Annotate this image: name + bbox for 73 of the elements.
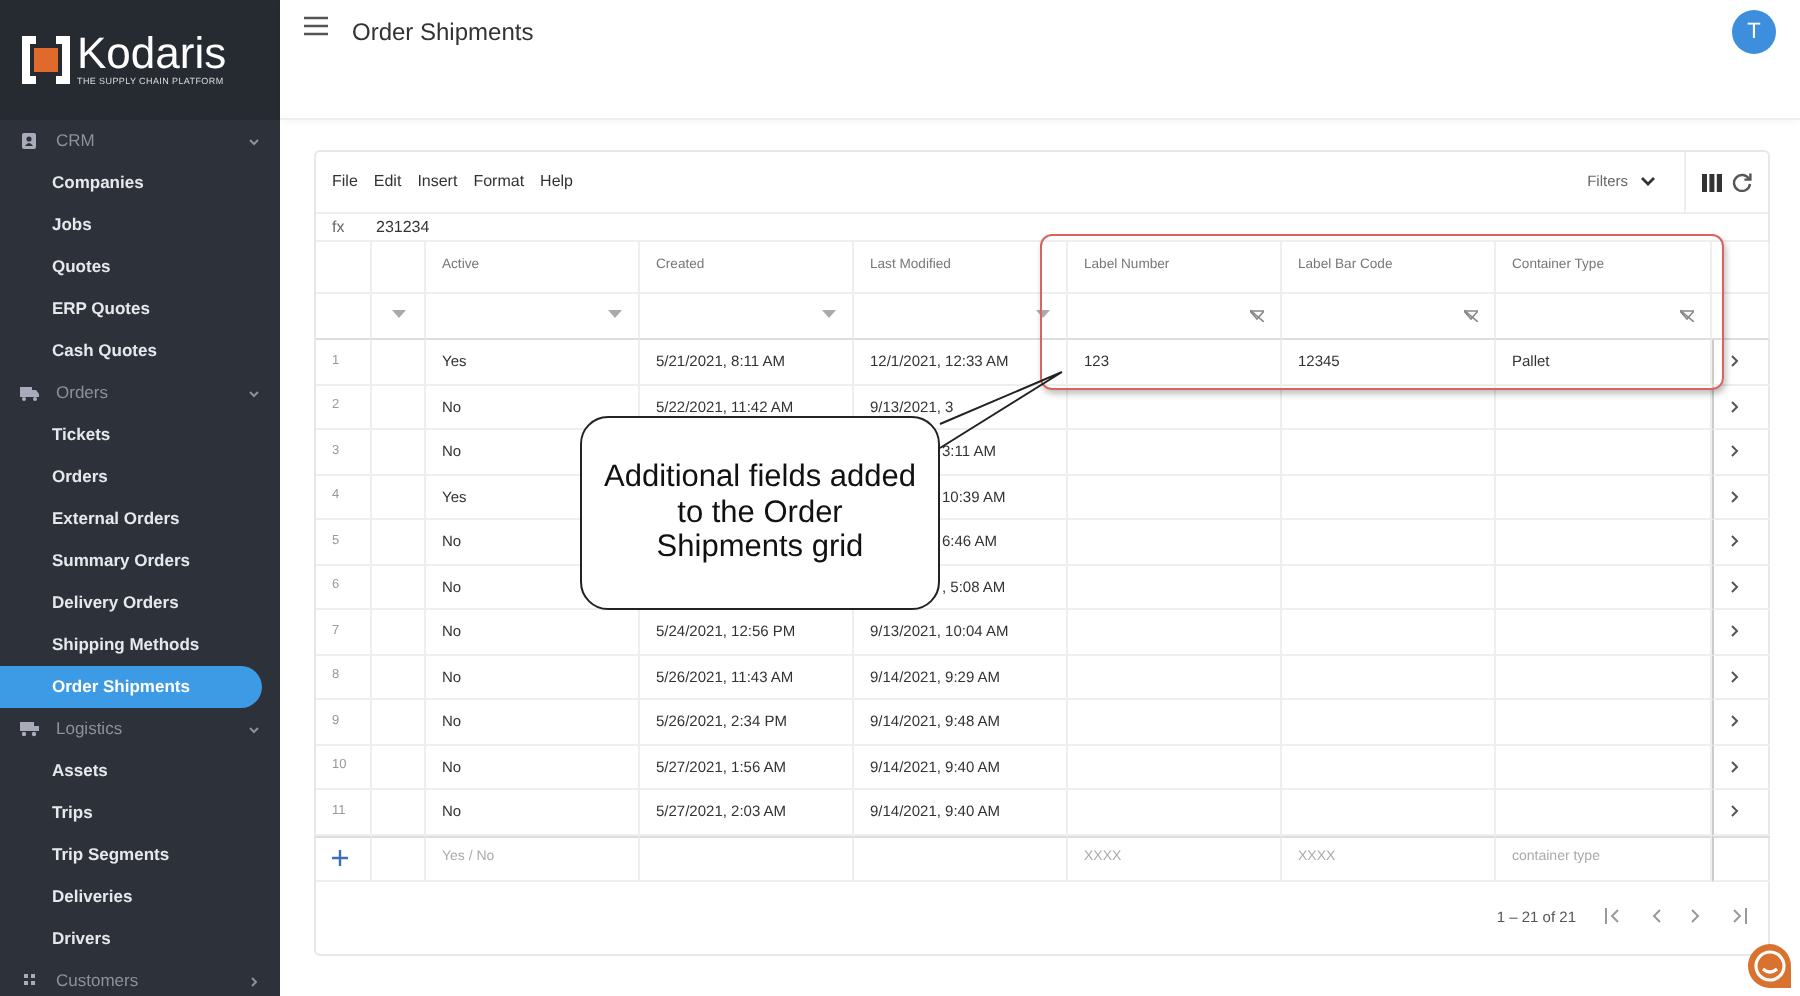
sidebar-section[interactable]: Orders [0,372,280,414]
menu-icon[interactable] [304,16,328,36]
grid-icon [20,972,40,990]
sidebar-item[interactable]: Trips [0,792,262,834]
refresh-icon[interactable] [1732,172,1752,192]
last-page-icon[interactable] [1730,908,1748,925]
van-icon [20,720,40,738]
chevron-right-icon[interactable] [248,975,260,987]
sidebar-item[interactable]: Cash Quotes [0,330,262,372]
sidebar-section[interactable]: Customers [0,960,280,996]
row-open-icon[interactable] [1730,804,1740,819]
sidebar-item[interactable]: Quotes [0,246,262,288]
contact-card-icon [20,132,40,150]
filter-cell[interactable] [426,294,640,340]
row-open-icon[interactable] [1730,579,1740,594]
menu-item[interactable]: Insert [417,170,458,194]
row-open-icon[interactable] [1730,489,1740,504]
chevron-down-icon[interactable] [1640,176,1656,188]
filter-cell[interactable] [854,294,1068,340]
callout-note: Additional fields added to the Order Shipments grid [580,416,940,610]
formula-label: fx [330,215,347,239]
sidebar-section[interactable]: CRM [0,120,280,162]
menu-item[interactable]: Edit [373,170,402,194]
menu-item[interactable]: File [332,170,358,194]
sidebar-item[interactable]: Summary Orders [0,540,262,582]
filter-off-icon[interactable] [1250,310,1264,322]
next-page-icon[interactable] [1690,908,1702,925]
filter-cell[interactable] [372,294,426,340]
filter-icon[interactable] [822,310,836,322]
sidebar-item[interactable]: Orders [0,456,262,498]
add-row-icon[interactable] [332,850,348,866]
sidebar-item[interactable]: External Orders [0,498,262,540]
sidebar-item[interactable]: Drivers [0,918,262,960]
sidebar-item[interactable]: Trip Segments [0,834,262,876]
filter-icon[interactable] [1036,310,1050,322]
filter-icon[interactable] [391,310,405,322]
row-open-icon[interactable] [1730,444,1740,459]
row-open-icon[interactable] [1730,399,1740,414]
sidebar-section[interactable]: Logistics [0,708,280,750]
filter-cell[interactable] [1068,294,1282,340]
table-cell [372,340,426,385]
sidebar-item[interactable]: Companies [0,162,262,204]
filter-off-icon[interactable] [1464,310,1478,322]
row-open-icon[interactable] [1730,534,1740,549]
chat-icon[interactable] [1746,942,1794,990]
filter-cell[interactable] [1496,294,1712,340]
logo-icon [20,34,72,86]
menu-item[interactable]: Format [473,170,525,194]
row-open-icon[interactable] [1730,714,1740,729]
sidebar-item[interactable]: Jobs [0,204,262,246]
row-open-icon[interactable] [1730,759,1740,774]
columns-icon[interactable] [1702,173,1722,191]
sidebar-item[interactable]: Shipping Methods [0,624,262,666]
previous-page-icon[interactable] [1650,908,1662,925]
filter-icon[interactable] [608,310,622,322]
row-open-icon[interactable] [1730,624,1740,639]
formula-field[interactable]: 231234 [372,215,430,239]
filter-cell[interactable] [640,294,854,340]
sidebar-item[interactable]: ERP Quotes [0,288,262,330]
row-open-icon[interactable] [1730,354,1740,369]
first-page-icon[interactable] [1604,908,1622,925]
menu-item[interactable]: Help [540,170,573,194]
filter-cell[interactable] [1282,294,1496,340]
sidebar-item[interactable]: Delivery Orders [0,582,262,624]
filter-off-icon[interactable] [1680,310,1694,322]
sidebar-item[interactable]: Assets [0,750,262,792]
sidebar-item[interactable]: Tickets [0,414,262,456]
page-title: Order Shipments [352,16,534,50]
row-open-icon[interactable] [1730,669,1740,684]
sidebar-item[interactable]: Deliveries [0,876,262,918]
logo-name: Kodaris [77,31,227,76]
table-cell [372,790,426,835]
truck-icon [20,384,40,402]
